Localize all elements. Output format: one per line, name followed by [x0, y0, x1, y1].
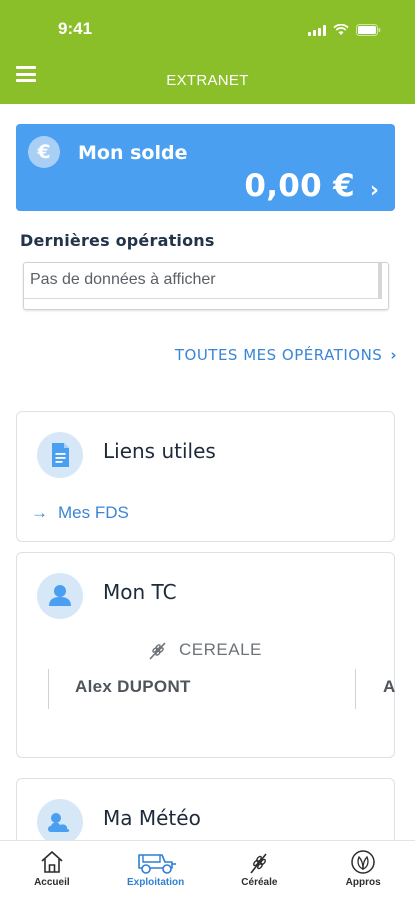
- nav-label-appros: Appros: [345, 877, 381, 888]
- person-icon: [37, 573, 83, 619]
- euro-icon: €: [28, 136, 60, 168]
- empty-operations-text: Pas de données à afficher: [24, 263, 382, 299]
- nav-item-accueil[interactable]: Accueil: [0, 841, 104, 900]
- nav-item-cereale[interactable]: Céréale: [208, 841, 312, 900]
- nav-label-accueil: Accueil: [34, 877, 70, 888]
- mes-fds-label: Mes FDS: [58, 503, 129, 522]
- status-time: 9:41: [58, 19, 93, 38]
- bottom-navigation: Accueil Exploitation Céréale Appros: [0, 840, 415, 900]
- arrow-right-icon: →: [31, 503, 48, 522]
- leaf-icon: [351, 850, 375, 874]
- balance-amount: 0,00 €: [244, 168, 355, 204]
- divider: [48, 669, 49, 709]
- balance-label: Mon solde: [78, 142, 188, 164]
- mes-fds-link[interactable]: → Mes FDS: [31, 503, 129, 523]
- chevron-right-icon: ›: [369, 178, 379, 203]
- all-operations-label: TOUTES MES OPÉRATIONS: [174, 346, 383, 364]
- app-title: EXTRANET: [166, 72, 249, 89]
- useful-links-title: Liens utiles: [103, 439, 216, 463]
- wheat-icon: [149, 642, 166, 660]
- tc-contact-name[interactable]: Alex DUPONT: [75, 677, 191, 697]
- weather-icon: [37, 799, 83, 845]
- useful-links-card: Liens utiles → Mes FDS: [16, 411, 395, 542]
- status-icons: [308, 24, 381, 36]
- tc-category: CEREALE: [147, 639, 262, 661]
- all-operations-link[interactable]: TOUTES MES OPÉRATIONS ›: [175, 346, 397, 364]
- nav-label-exploitation: Exploitation: [127, 877, 185, 888]
- tc-category-label: CEREALE: [179, 640, 262, 659]
- operations-table[interactable]: Pas de données à afficher: [23, 262, 389, 310]
- app-bar: EXTRANET: [0, 56, 415, 104]
- wifi-icon: [333, 24, 349, 35]
- status-bar: 9:41: [0, 0, 415, 56]
- divider: [355, 669, 356, 709]
- nav-label-cereale: Céréale: [241, 877, 278, 888]
- tc-next-contact-name[interactable]: A: [383, 677, 395, 697]
- home-icon: [41, 851, 63, 873]
- signal-icon: [308, 24, 326, 36]
- balance-card[interactable]: € Mon solde 0,00 € ›: [16, 124, 395, 211]
- battery-icon: [356, 24, 381, 36]
- chevron-right-icon: ›: [390, 346, 397, 364]
- tc-card: Mon TC CEREALE Alex DUPONT A: [16, 552, 395, 758]
- nav-item-appros[interactable]: Appros: [311, 841, 415, 900]
- meteo-title: Ma Météo: [103, 806, 201, 830]
- document-icon: [37, 432, 83, 478]
- tractor-icon: [137, 854, 176, 874]
- last-operations-title: Dernières opérations: [20, 231, 215, 250]
- nav-item-exploitation[interactable]: Exploitation: [104, 841, 208, 900]
- tc-title: Mon TC: [103, 580, 177, 604]
- wheat-icon: [250, 853, 268, 874]
